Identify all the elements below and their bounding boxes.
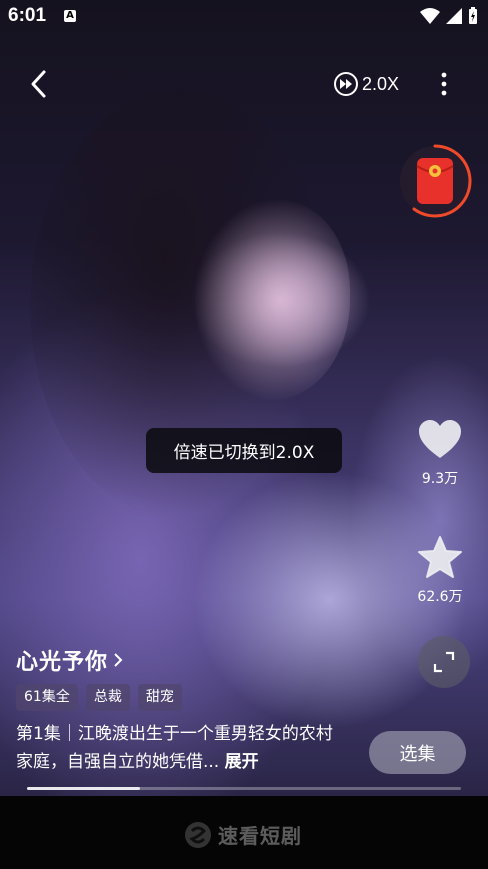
fullscreen-button[interactable] — [418, 636, 470, 688]
favorite-action[interactable]: 62.6万 — [410, 536, 470, 606]
description-text: 第1集｜江晚渡出生于一个重男轻女的农村家庭，自强自立的她凭借... — [16, 724, 333, 772]
playback-speed-button[interactable]: 2.0X — [334, 70, 399, 98]
video-frame[interactable] — [0, 0, 488, 796]
red-packet-reward-button[interactable] — [398, 144, 472, 218]
drama-title: 心光予你 — [16, 650, 109, 675]
app-logo-icon — [185, 821, 211, 848]
progress-fill — [27, 787, 140, 790]
like-count: 9.3万 — [421, 471, 459, 487]
player-top-bar: 2.0X — [0, 58, 488, 108]
clock: 6:01 — [8, 5, 47, 26]
star-icon — [418, 536, 462, 578]
video-progress-bar[interactable] — [27, 787, 461, 790]
fast-forward-icon — [334, 72, 358, 96]
drama-title-link[interactable]: 心光予你 — [16, 644, 124, 676]
expand-button[interactable]: 展开 — [225, 752, 259, 772]
like-action[interactable]: 9.3万 — [410, 420, 470, 488]
system-icons — [420, 7, 478, 25]
back-button[interactable] — [22, 64, 58, 104]
status-bar: 6:01 A — [0, 0, 488, 34]
speed-change-toast: 倍速已切换到2.0X — [146, 428, 342, 473]
app-watermark: 速看短剧 — [184, 820, 302, 849]
episodes-button[interactable]: 选集 — [369, 731, 466, 774]
chevron-left-icon — [31, 70, 46, 98]
episode-description: 第1集｜江晚渡出生于一个重男轻女的农村家庭，自强自立的她凭借... 展开 — [16, 720, 346, 776]
notification-icon: A — [64, 10, 76, 22]
heart-icon — [419, 420, 461, 458]
expand-icon — [433, 651, 455, 673]
tag-genre[interactable]: 总裁 — [85, 684, 130, 711]
signal-icon — [446, 8, 462, 24]
watermark-text: 速看短剧 — [218, 824, 302, 848]
video-figure-face — [195, 200, 350, 400]
battery-icon — [469, 7, 477, 24]
more-vertical-icon — [441, 72, 447, 96]
tag-episodes[interactable]: 61集全 — [16, 684, 78, 711]
speed-label: 2.0X — [362, 73, 400, 94]
chevron-right-icon — [114, 653, 123, 667]
wifi-icon — [420, 8, 440, 24]
tag-genre[interactable]: 甜宠 — [137, 684, 182, 711]
favorite-count: 62.6万 — [417, 589, 463, 605]
more-options-button[interactable] — [434, 70, 454, 98]
drama-tags: 61集全 总裁 甜宠 — [16, 684, 182, 711]
red-packet-icon — [400, 144, 472, 218]
short-drama-player: 6:01 A 2.0X 倍速已切换到2.0X 9.3万 62.6万 心光予你 6… — [0, 0, 488, 869]
